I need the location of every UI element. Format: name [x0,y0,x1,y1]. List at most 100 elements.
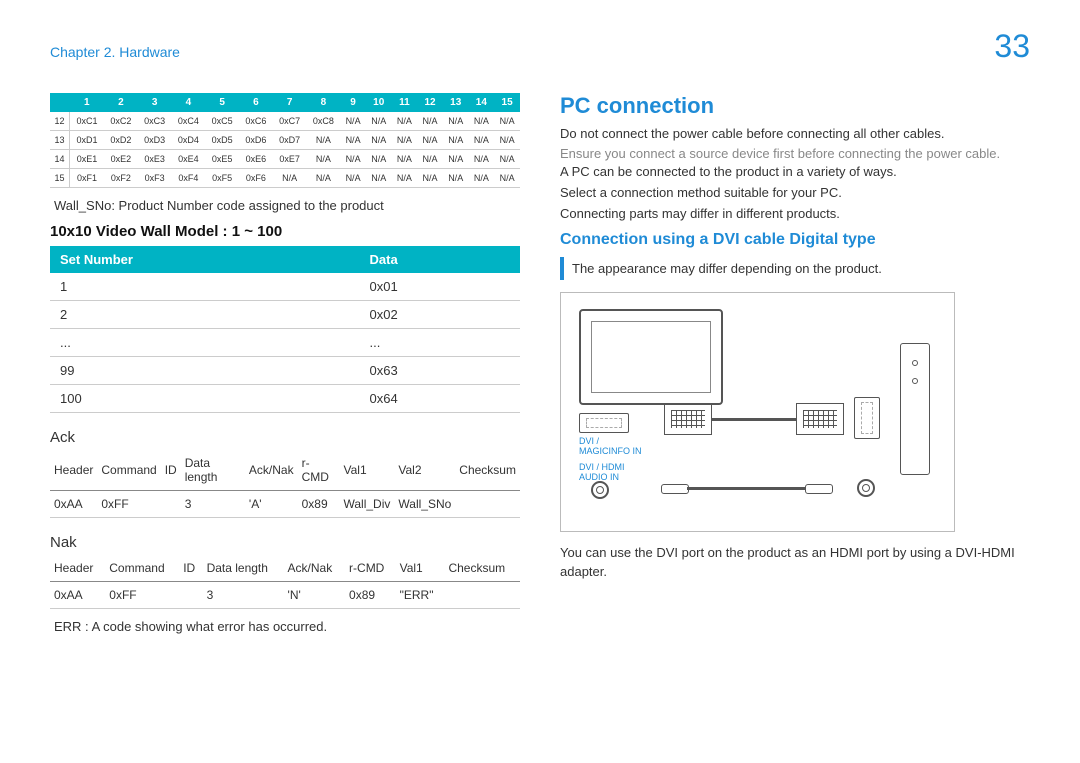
ack-th: ID [161,450,181,491]
hex-col-3: 3 [138,93,172,112]
hex-col-4: 4 [172,93,206,112]
hex-col-5: 5 [205,93,239,112]
audio-label-b: AUDIO IN [579,473,619,483]
err-note: ERR : A code showing what error has occu… [54,619,516,634]
hex-cell: N/A [307,150,341,169]
hex-cell: N/A [366,169,392,188]
hex-col-13: 13 [443,93,469,112]
dvi-plug-left-icon [664,403,712,435]
hex-cell: N/A [307,169,341,188]
ack-th: Val1 [339,450,394,491]
hex-cell: 0xE5 [205,150,239,169]
hex-col-6: 6 [239,93,273,112]
page-header: Chapter 2. Hardware 33 [50,28,1030,65]
nak-th: r-CMD [345,555,396,582]
nak-cell [444,582,520,609]
nak-th: Header [50,555,105,582]
hex-cell: N/A [340,150,366,169]
hex-cell: N/A [443,150,469,169]
hex-cell: 0xC8 [307,112,341,131]
hex-col-10: 10 [366,93,392,112]
ack-cell: 3 [181,491,245,518]
sn-cell: 1 [50,273,360,301]
hex-cell: 15 [50,169,70,188]
hex-cell: N/A [392,169,418,188]
nak-th: Ack/Nak [284,555,345,582]
hex-cell: N/A [417,150,443,169]
page-number: 33 [994,28,1030,65]
hex-cell: 0xE3 [138,150,172,169]
nak-th: ID [179,555,202,582]
hex-col-1: 1 [70,93,104,112]
hex-cell: N/A [494,169,520,188]
hex-value-table: 123456789101112131415 120xC10xC20xC30xC4… [50,93,520,188]
p1: Do not connect the power cable before co… [560,125,1030,144]
hex-col-14: 14 [469,93,495,112]
hex-cell: 0xE1 [70,150,104,169]
hex-col-12: 12 [417,93,443,112]
hex-cell: 0xF6 [239,169,273,188]
hex-cell: 0xF4 [172,169,206,188]
p4: Select a connection method suitable for … [560,184,1030,203]
ack-th: Command [97,450,160,491]
ack-th: Ack/Nak [245,450,298,491]
hex-cell: N/A [443,131,469,150]
monitor-icon [579,309,723,405]
chapter-title: Chapter 2. Hardware [50,44,180,60]
audio-jack-right-icon [857,479,875,497]
hex-col-9: 9 [340,93,366,112]
hex-cell: N/A [366,112,392,131]
nak-cell: "ERR" [396,582,445,609]
hex-cell: N/A [392,112,418,131]
hex-cell: 0xC3 [138,112,172,131]
sn-cell: ... [50,329,360,357]
nak-table: HeaderCommandIDData lengthAck/Nakr-CMDVa… [50,555,520,609]
hex-cell: N/A [443,112,469,131]
hex-cell: 0xC2 [104,112,138,131]
dvi-subheading: Connection using a DVI cable Digital typ… [560,231,1030,249]
dvi-label-1b: MAGICINFO IN [579,447,642,457]
ack-th: Data length [181,450,245,491]
hex-cell: N/A [366,131,392,150]
nak-th: Command [105,555,179,582]
wall-sno-note: Wall_SNo: Product Number code assigned t… [54,198,516,213]
p3: A PC can be connected to the product in … [560,163,1030,182]
hex-col-11: 11 [392,93,418,112]
nak-cell: 3 [203,582,284,609]
hex-cell: 0xF2 [104,169,138,188]
hex-cell: N/A [417,131,443,150]
ack-cell: 0xAA [50,491,97,518]
pc-dvi-port-icon [854,397,880,439]
ack-cell: Wall_SNo [394,491,455,518]
dvi-port-icon [579,413,629,433]
hex-cell: 0xC4 [172,112,206,131]
hex-cell: N/A [494,150,520,169]
nak-th: Data length [203,555,284,582]
nak-cell [179,582,202,609]
nak-cell: 0xFF [105,582,179,609]
hex-cell: N/A [273,169,307,188]
ack-th: Val2 [394,450,455,491]
audio-jack-left-icon [591,481,609,499]
audio-plug-left-icon [661,484,689,494]
hex-cell: 0xE7 [273,150,307,169]
sn-th-1: Data [360,246,520,273]
left-column: 123456789101112131415 120xC10xC20xC30xC4… [50,93,520,644]
hex-cell: N/A [494,131,520,150]
connection-diagram: DVI / MAGICINFO IN DVI / HDMI AUDIO IN [560,292,955,532]
ack-cell: 0x89 [298,491,340,518]
hex-cell: N/A [392,131,418,150]
info-note: The appearance may differ depending on t… [560,257,1030,280]
nak-th: Val1 [396,555,445,582]
video-wall-heading: 10x10 Video Wall Model : 1 ~ 100 [50,223,520,240]
hex-cell: N/A [469,131,495,150]
hex-cell: N/A [443,169,469,188]
content-columns: 123456789101112131415 120xC10xC20xC30xC4… [50,93,1030,644]
ack-table: HeaderCommandIDData lengthAck/Nakr-CMDVa… [50,450,520,518]
sn-cell: 0x02 [360,301,520,329]
hex-cell: N/A [469,150,495,169]
hex-cell: 0xC7 [273,112,307,131]
dvi-cable-icon [712,418,796,421]
hex-cell: 0xF1 [70,169,104,188]
right-column: PC connection Do not connect the power c… [560,93,1030,644]
